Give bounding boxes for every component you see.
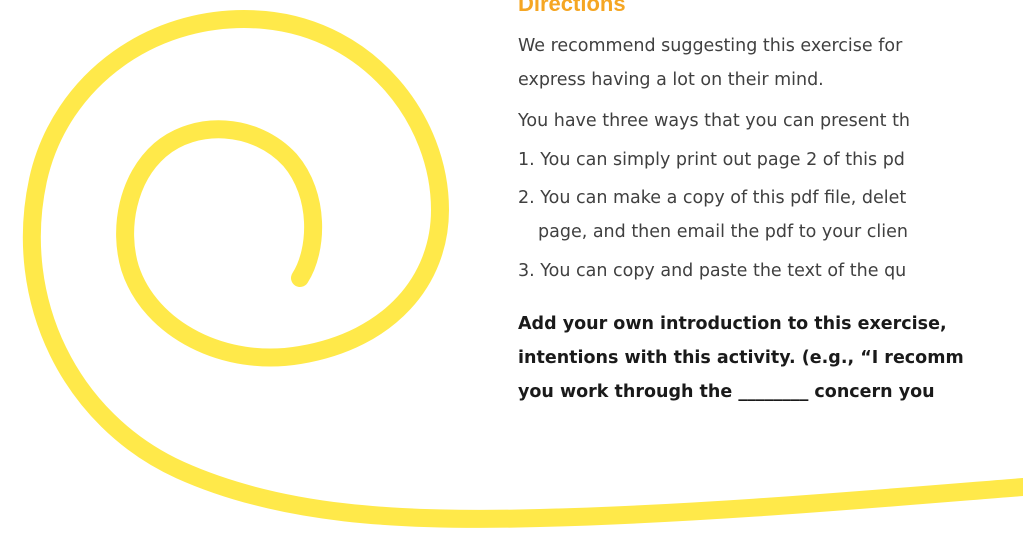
option-3-line: 3. You can copy and paste the text of th… (518, 261, 907, 281)
three-ways-line: You have three ways that you can present… (518, 111, 911, 131)
intro-instruction-line-3: you work through the ________ concern yo… (518, 382, 935, 402)
intro-instruction-line-2: intentions with this activity. (e.g., “I… (518, 348, 964, 368)
recommendation-line-1: We recommend suggesting this exercise fo… (518, 36, 903, 56)
option-1-line: 1. You can simply print out page 2 of th… (518, 150, 905, 170)
directions-section: Directions We recommend suggesting this … (518, 0, 1023, 548)
directions-heading: Directions (518, 0, 626, 16)
option-2-line-1: 2. You can make a copy of this pdf file,… (518, 188, 907, 208)
intro-instruction-line-1: Add your own introduction to this exerci… (518, 314, 947, 334)
recommendation-line-2: express having a lot on their mind. (518, 70, 824, 90)
option-2-line-2: page, and then email the pdf to your cli… (538, 222, 908, 242)
